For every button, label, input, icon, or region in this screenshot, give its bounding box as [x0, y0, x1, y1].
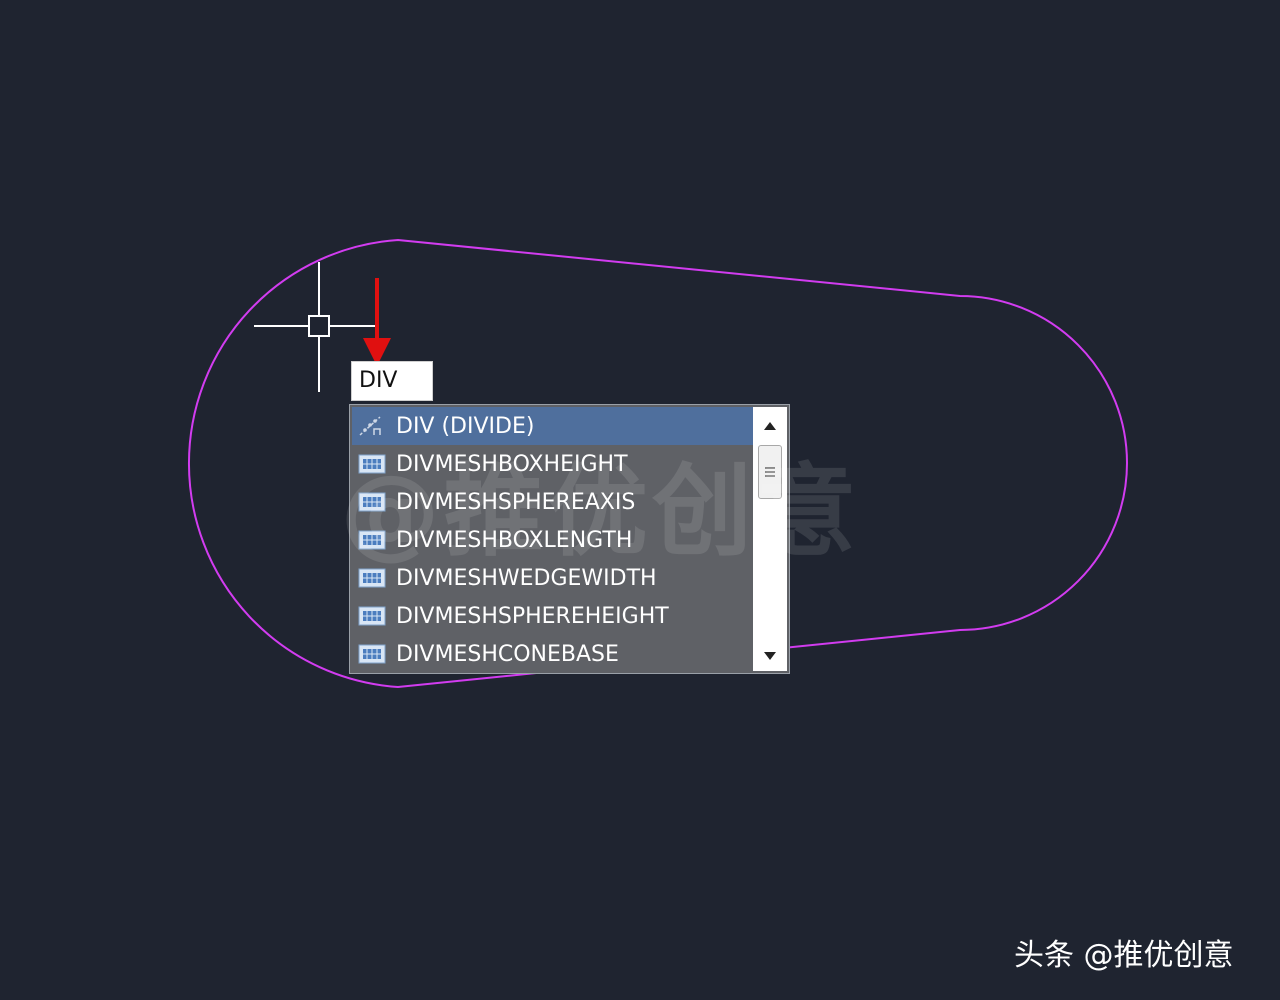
corner-watermark: 头条 @推优创意	[1014, 938, 1234, 973]
autocomplete-item[interactable]: DIVMESHBOXLENGTH	[352, 521, 754, 559]
triangle-up-icon	[764, 422, 776, 430]
mesh-command-icon	[352, 491, 396, 513]
autocomplete-item-label: DIVMESHBOXHEIGHT	[396, 451, 628, 477]
autocomplete-item-label: DIV (DIVIDE)	[396, 413, 535, 439]
autocomplete-item-label: DIVMESHSPHEREHEIGHT	[396, 603, 669, 629]
autocomplete-item-label: DIVMESHBOXLENGTH	[396, 527, 633, 553]
autocomplete-item[interactable]: DIV (DIVIDE)	[352, 407, 754, 445]
mesh-command-icon	[352, 605, 396, 627]
triangle-down-icon	[764, 652, 776, 660]
autocomplete-item-label: DIVMESHWEDGEWIDTH	[396, 565, 657, 591]
scroll-thumb[interactable]	[758, 445, 782, 499]
grip-icon	[765, 467, 775, 477]
autocomplete-items: DIV (DIVIDE) DIVMESHBOXHEIGHT DIVMESHSPHER…	[352, 407, 754, 671]
autocomplete-item[interactable]: DIVMESHSPHEREAXIS	[352, 483, 754, 521]
command-autocomplete-list[interactable]: DIV (DIVIDE) DIVMESHBOXHEIGHT DIVMESHSPHER…	[349, 404, 790, 674]
mesh-command-icon	[352, 453, 396, 475]
command-input[interactable]: DIV	[351, 361, 433, 401]
autocomplete-item-label: DIVMESHCONEBASE	[396, 641, 619, 667]
autocomplete-item[interactable]: DIVMESHBOXHEIGHT	[352, 445, 754, 483]
drawing-canvas[interactable]: @推优创意 DIV DIV (DIVIDE)DIVMESHBOXHEIGHTDI…	[0, 0, 1280, 1000]
scroll-up-button[interactable]	[753, 413, 787, 439]
autocomplete-item[interactable]: DIVMESHWEDGEWIDTH	[352, 559, 754, 597]
scroll-down-button[interactable]	[753, 643, 787, 669]
autocomplete-item[interactable]: DIVMESHSPHEREHEIGHT	[352, 597, 754, 635]
divide-icon	[352, 415, 396, 437]
mesh-command-icon	[352, 643, 396, 665]
scrollbar[interactable]	[753, 407, 787, 671]
autocomplete-item-label: DIVMESHSPHEREAXIS	[396, 489, 636, 515]
mesh-command-icon	[352, 529, 396, 551]
mesh-command-icon	[352, 567, 396, 589]
red-arrow-icon	[363, 278, 391, 366]
autocomplete-item[interactable]: DIVMESHCONEBASE	[352, 635, 754, 671]
